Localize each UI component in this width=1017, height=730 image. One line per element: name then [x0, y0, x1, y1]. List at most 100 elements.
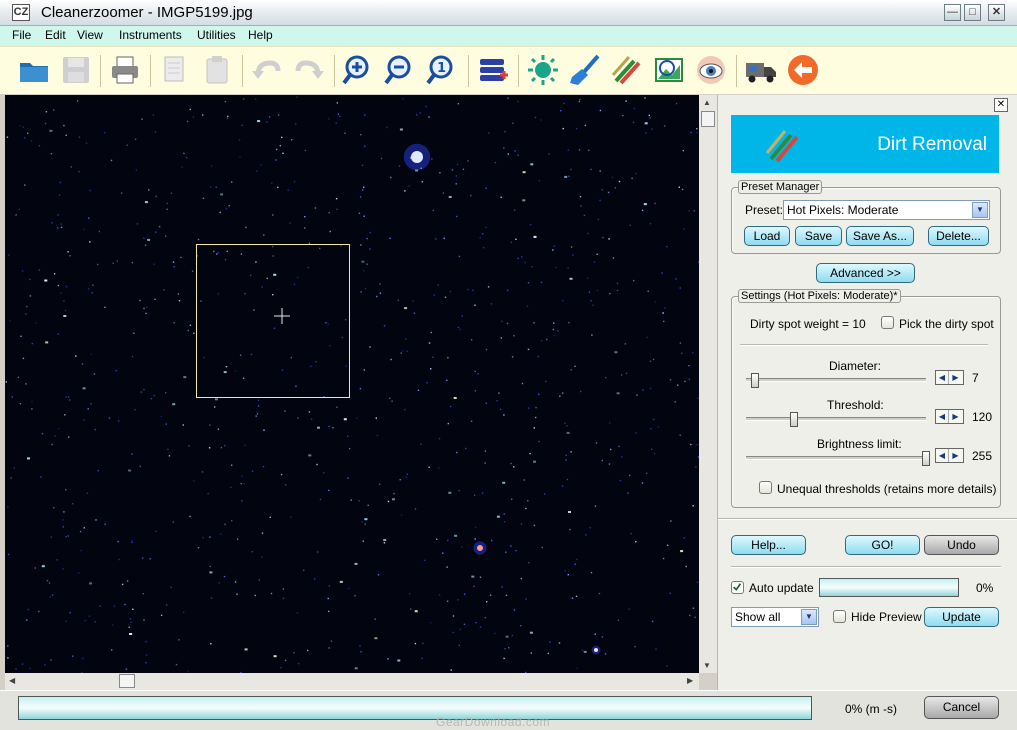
star — [354, 667, 358, 670]
dirt-removal-banner: Dirt Removal — [731, 115, 999, 173]
star — [452, 631, 454, 634]
back-arrow-icon[interactable] — [786, 53, 820, 87]
go-button[interactable]: GO! — [845, 535, 920, 555]
print-icon[interactable] — [108, 53, 142, 87]
zoom-actual-icon[interactable]: 1 — [426, 53, 460, 87]
chevron-down-icon[interactable]: ▼ — [972, 202, 988, 218]
cancel-button[interactable]: Cancel — [924, 696, 999, 719]
star — [485, 402, 487, 404]
brushes-icon[interactable] — [610, 53, 644, 87]
menu-instruments[interactable]: Instruments — [119, 28, 182, 42]
threshold-slider-track[interactable] — [746, 417, 926, 421]
vertical-scroll-thumb[interactable] — [701, 111, 715, 127]
zoom-out-icon[interactable] — [384, 53, 418, 87]
star — [645, 132, 647, 134]
star — [21, 663, 24, 665]
star — [163, 289, 165, 291]
horizontal-scrollbar[interactable]: ◀ ▶ — [5, 673, 699, 690]
menu-view[interactable]: View — [77, 28, 103, 42]
undo-button[interactable]: Undo — [924, 535, 999, 555]
star — [201, 471, 204, 473]
menu-utilities[interactable]: Utilities — [197, 28, 236, 42]
unequal-thresholds-label[interactable]: Unequal thresholds (retains more details… — [777, 482, 996, 496]
star — [644, 97, 646, 99]
diameter-slider-track[interactable] — [746, 378, 926, 382]
zoom-selection-frame[interactable] — [196, 244, 350, 398]
brightness-limit-slider-track[interactable] — [746, 456, 926, 460]
preset-select[interactable]: Hot Pixels: Moderate ▼ — [783, 200, 990, 220]
threshold-spinner[interactable]: ◀ ▶ — [935, 409, 964, 424]
star — [540, 340, 543, 342]
eye-icon[interactable] — [694, 53, 728, 87]
star — [380, 157, 383, 160]
truck-icon[interactable] — [744, 53, 778, 87]
horizontal-scroll-thumb[interactable] — [119, 674, 135, 688]
star — [41, 433, 44, 435]
star — [695, 466, 697, 468]
star — [527, 348, 530, 351]
star — [63, 300, 65, 302]
paste-icon[interactable] — [200, 53, 234, 87]
scroll-right-icon[interactable]: ▶ — [687, 676, 693, 685]
minimize-button[interactable]: — — [944, 4, 961, 21]
star — [579, 195, 582, 198]
threshold-slider-thumb[interactable] — [790, 412, 798, 427]
scroll-left-icon[interactable]: ◀ — [9, 676, 15, 685]
chevron-down-icon[interactable]: ▼ — [801, 609, 817, 625]
star — [607, 191, 610, 194]
toolbar-separator — [242, 55, 244, 87]
copy-icon[interactable] — [158, 53, 192, 87]
undo-icon[interactable] — [250, 53, 284, 87]
advanced-button[interactable]: Advanced >> — [816, 263, 915, 283]
open-icon[interactable] — [17, 53, 51, 87]
hide-preview-label[interactable]: Hide Preview — [851, 610, 922, 624]
save-preset-button[interactable]: Save — [795, 226, 842, 246]
load-button[interactable]: Load — [744, 226, 790, 246]
save-icon[interactable] — [59, 53, 93, 87]
scroll-down-icon[interactable]: ▼ — [703, 661, 711, 670]
broom-icon[interactable] — [568, 53, 602, 87]
menu-edit[interactable]: Edit — [45, 28, 66, 42]
image-canvas[interactable] — [5, 95, 699, 673]
star — [298, 662, 300, 665]
star — [633, 107, 636, 110]
auto-update-checkbox[interactable] — [731, 581, 744, 594]
star — [238, 139, 241, 141]
diameter-slider-thumb[interactable] — [751, 373, 760, 388]
scroll-up-icon[interactable]: ▲ — [703, 98, 711, 107]
star — [389, 397, 391, 399]
save-as-button[interactable]: Save As... — [846, 226, 914, 246]
menu-file[interactable]: File — [12, 28, 31, 42]
preview-image-icon[interactable] — [652, 53, 686, 87]
pick-dirty-spot-checkbox[interactable] — [881, 316, 894, 329]
pick-dirty-spot-label[interactable]: Pick the dirty spot — [899, 317, 994, 331]
brightness-limit-spinner[interactable]: ◀ ▶ — [935, 448, 964, 463]
unequal-thresholds-checkbox[interactable] — [759, 481, 772, 494]
close-window-button[interactable]: ✕ — [988, 4, 1005, 21]
layers-add-icon[interactable] — [476, 53, 510, 87]
menu-help[interactable]: Help — [248, 28, 273, 42]
star — [251, 551, 253, 553]
maximize-button[interactable]: □ — [964, 4, 981, 21]
star — [689, 614, 691, 617]
panel-close-icon[interactable]: ✕ — [994, 98, 1008, 112]
show-select[interactable]: Show all ▼ — [731, 607, 819, 627]
help-button[interactable]: Help... — [731, 535, 806, 555]
star — [220, 193, 224, 196]
star — [25, 313, 27, 315]
hide-preview-checkbox[interactable] — [833, 610, 846, 623]
actions-divider — [731, 566, 1001, 568]
diameter-spinner[interactable]: ◀ ▶ — [935, 370, 964, 385]
star — [525, 507, 527, 510]
brightness-limit-slider-thumb[interactable] — [922, 451, 930, 466]
star — [588, 291, 591, 293]
brightness-icon[interactable] — [526, 53, 560, 87]
delete-preset-button[interactable]: Delete... — [928, 226, 989, 246]
update-button[interactable]: Update — [924, 607, 999, 627]
auto-update-label[interactable]: Auto update — [749, 581, 814, 595]
star — [22, 357, 25, 360]
star — [118, 420, 120, 422]
vertical-scrollbar[interactable]: ▲ ▼ — [699, 95, 717, 673]
redo-icon[interactable] — [292, 53, 326, 87]
zoom-in-icon[interactable] — [342, 53, 376, 87]
